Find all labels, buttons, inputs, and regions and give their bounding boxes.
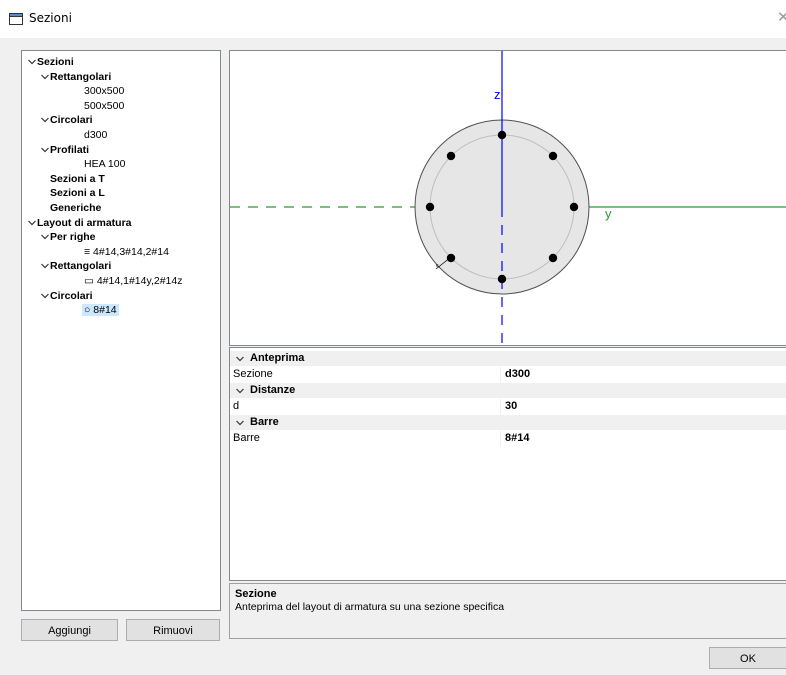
column-divider (500, 367, 501, 382)
tree-item-profilati[interactable]: Profilati (50, 144, 89, 156)
category-label: Anteprima (250, 352, 305, 364)
rebar-5 (497, 274, 507, 284)
section-preview: c z y (229, 50, 786, 346)
property-category[interactable]: Barre (230, 415, 786, 430)
tree-item-sezioni[interactable]: Sezioni (37, 56, 74, 68)
property-row[interactable]: Barre 8#14 (230, 431, 786, 446)
tree-item-sezioni-a-l[interactable]: Sezioni a L (50, 187, 105, 199)
property-grid[interactable]: Anteprima Sezione d300 Distanze d 30 Barre Barr… (229, 347, 786, 581)
description-text: Anteprima del layout di armatura su una … (235, 601, 505, 613)
rebar-7 (425, 202, 435, 212)
rebar-8 (446, 151, 456, 161)
chevron-down-icon[interactable] (234, 417, 246, 429)
tree-item-layout-di-armatura[interactable]: Layout di armatura (37, 217, 132, 229)
property-category[interactable]: Distanze (230, 383, 786, 398)
add-button[interactable]: Aggiungi (21, 619, 118, 641)
tree-item-circolari[interactable]: Circolari (50, 114, 93, 126)
tree-item-4-14-3-14-2-14[interactable]: ≡ 4#14,3#14,2#14 (84, 246, 169, 258)
rebar-6 (446, 253, 456, 263)
tree-item-circolari-layout[interactable]: Circolari (50, 290, 93, 302)
tree-item-rettangolari-layout[interactable]: Rettangolari (50, 260, 111, 272)
property-name: Sezione (233, 368, 273, 380)
tree-item-8-14[interactable]: ○ 8#14 (82, 304, 119, 317)
tree-item-d300[interactable]: d300 (84, 129, 107, 141)
property-name: Barre (233, 432, 260, 444)
property-row[interactable]: d 30 (230, 399, 786, 414)
column-divider (500, 431, 501, 446)
rebar-1 (497, 130, 507, 140)
sections-tree[interactable]: Sezioni Rettangolari 300x500 500x500 Circola… (21, 50, 221, 611)
tree-item-sezioni-a-t[interactable]: Sezioni a T (50, 173, 105, 185)
category-label: Distanze (250, 384, 296, 396)
preview-canvas: c z y (230, 51, 786, 345)
property-row[interactable]: Sezione d300 (230, 367, 786, 382)
tree-item-300x500[interactable]: 300x500 (84, 85, 124, 97)
rebar-3 (569, 202, 579, 212)
property-value[interactable]: 8#14 (505, 431, 529, 446)
property-value[interactable]: d300 (505, 367, 530, 382)
property-value[interactable]: 30 (505, 399, 517, 414)
tree-item-generiche[interactable]: Generiche (50, 202, 101, 214)
ok-button[interactable]: OK (709, 647, 786, 669)
rebar-2 (548, 151, 558, 161)
tree-item-500x500[interactable]: 500x500 (84, 100, 124, 112)
tree-item-per-righe[interactable]: Per righe (50, 231, 96, 243)
remove-button[interactable]: Rimuovi (126, 619, 220, 641)
description-title: Sezione (235, 588, 277, 600)
chevron-down-icon[interactable] (234, 385, 246, 397)
y-axis-label: y (605, 206, 612, 221)
tree-item-hea-100[interactable]: HEA 100 (84, 158, 125, 170)
tree-item-rettangolari[interactable]: Rettangolari (50, 71, 111, 83)
chevron-down-icon[interactable] (234, 353, 246, 365)
tree-item-4-14-1-14y-2-14z[interactable]: ▭ 4#14,1#14y,2#14z (84, 275, 182, 287)
window-title: Sezioni (29, 11, 72, 25)
z-axis-label: z (494, 87, 501, 102)
close-icon[interactable]: ✕ (777, 8, 786, 26)
property-name: d (233, 400, 240, 412)
column-divider (500, 399, 501, 414)
rebar-4 (548, 253, 558, 263)
window-icon (9, 13, 23, 25)
description-panel: Sezione Anteprima del layout di armatura… (229, 583, 786, 639)
title-bar: Sezioni ✕ (0, 0, 786, 38)
property-category[interactable]: Anteprima (230, 351, 786, 366)
category-label: Barre (250, 416, 279, 428)
